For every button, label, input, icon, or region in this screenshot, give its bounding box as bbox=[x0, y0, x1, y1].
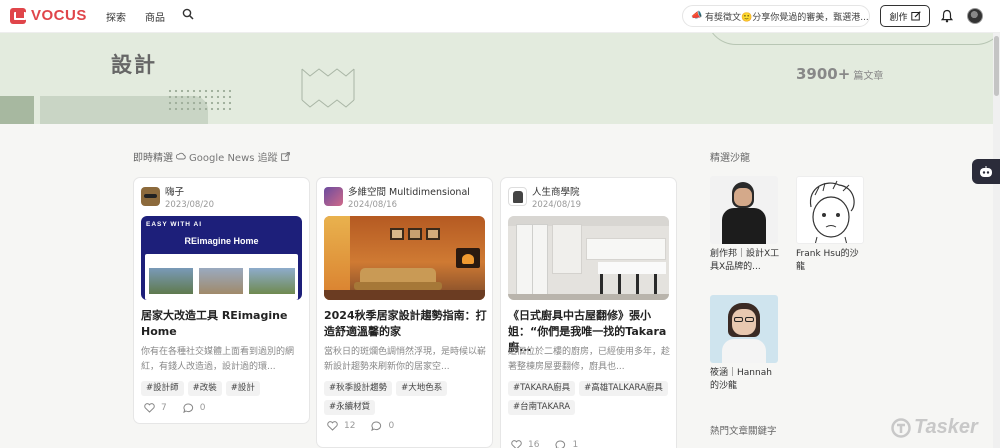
salon-item[interactable]: Frank Hsu的沙龍 bbox=[796, 176, 866, 274]
megaphone-icon: 📣 bbox=[691, 11, 703, 21]
hero-decoration-zigzag bbox=[301, 68, 355, 108]
article-count-label: 篇文章 bbox=[853, 71, 884, 82]
comment-icon[interactable] bbox=[183, 403, 194, 413]
card-author[interactable]: 人生商學院 2024/08/19 bbox=[508, 187, 581, 211]
article-thumbnail[interactable] bbox=[324, 216, 485, 300]
thumbnail-title: REimagine Home bbox=[184, 236, 259, 246]
salon-item[interactable]: 筱涵｜Hannah的沙龍 bbox=[710, 295, 780, 393]
article-count: 3900+ 篇文章 bbox=[796, 65, 883, 83]
heart-icon[interactable] bbox=[327, 421, 338, 431]
tag[interactable]: #改裝 bbox=[187, 381, 222, 396]
page-title: 設計 bbox=[111, 53, 157, 77]
create-label: 創作 bbox=[889, 12, 908, 23]
comment-icon[interactable] bbox=[371, 421, 382, 431]
article-count-number: 3900+ bbox=[796, 65, 851, 83]
author-name: 人生商學院 bbox=[532, 187, 580, 198]
tag[interactable]: #秋季設計趨勢 bbox=[324, 381, 393, 396]
tag-list: #TAKARA廚具 #高雄TALKARA廚具 #台南TAKARA bbox=[508, 381, 676, 415]
heart-icon[interactable] bbox=[511, 440, 522, 448]
announcement-banner[interactable]: 📣 有獎徵文🙂分享你覺過的審美，甄選港... bbox=[682, 5, 870, 27]
chatbot-icon bbox=[980, 165, 992, 177]
thumbnail-brand: EASY WITH AI bbox=[146, 221, 203, 228]
tag[interactable]: #TAKARA廚具 bbox=[508, 381, 576, 396]
tag[interactable]: #大地色系 bbox=[396, 381, 448, 396]
logo-text: VOCUS bbox=[31, 7, 87, 24]
google-news-link[interactable]: Google News 追蹤 bbox=[189, 149, 278, 164]
post-date: 2024/08/16 bbox=[348, 200, 397, 210]
hero-decoration-block bbox=[0, 96, 34, 124]
article-thumbnail[interactable]: EASY WITH AI REimagine Home bbox=[141, 216, 302, 300]
tag-list: #設計師 #改裝 #設計 bbox=[141, 381, 309, 396]
tag-list: #秋季設計趨勢 #大地色系 #永續材質 bbox=[324, 381, 492, 415]
author-avatar bbox=[324, 187, 343, 206]
salon-thumbnail[interactable] bbox=[796, 176, 864, 244]
chat-widget-button[interactable] bbox=[972, 159, 1000, 184]
salon-name[interactable]: Frank Hsu的沙龍 bbox=[796, 248, 866, 274]
keywords-title: 熱門文章關鍵字 bbox=[710, 426, 777, 437]
nav-products[interactable]: 商品 bbox=[145, 9, 165, 24]
post-date: 2023/08/20 bbox=[165, 200, 214, 210]
card-stats: 7 0 bbox=[144, 403, 205, 413]
salon-name[interactable]: 筱涵｜Hannah的沙龍 bbox=[710, 367, 780, 393]
post-date: 2024/08/19 bbox=[532, 200, 581, 210]
scrollbar-thumb[interactable] bbox=[994, 36, 999, 96]
nav-explore[interactable]: 探索 bbox=[106, 9, 126, 24]
article-excerpt: 當秋日的斑爛色調悄然浮現，是時候以嶄新設計趨勢來刷新你的居家空... bbox=[324, 347, 487, 372]
author-avatar bbox=[508, 187, 527, 206]
comment-count: 0 bbox=[388, 421, 395, 431]
card-author[interactable]: 多維空間 Multidimensional 2024/08/16 bbox=[324, 187, 470, 211]
watermark-text: Tasker bbox=[914, 416, 978, 438]
section-title: 即時精選 bbox=[133, 153, 173, 164]
salon-thumbnail[interactable] bbox=[710, 295, 778, 363]
article-title[interactable]: 居家大改造工具 REimagine Home bbox=[141, 308, 306, 340]
article-card[interactable]: 多維空間 Multidimensional 2024/08/16 2024秋季居… bbox=[316, 177, 493, 448]
vocus-logo-icon bbox=[10, 7, 26, 24]
tag[interactable]: #永續材質 bbox=[324, 400, 376, 415]
card-stats: 16 1 bbox=[511, 440, 578, 448]
comment-count: 1 bbox=[572, 440, 579, 448]
comment-icon[interactable] bbox=[555, 440, 566, 448]
article-title[interactable]: 2024秋季居家設計趨勢指南：打造舒適溫馨的家 bbox=[324, 308, 489, 340]
card-author[interactable]: 嗨子 2023/08/20 bbox=[141, 187, 214, 211]
salon-thumbnail[interactable] bbox=[710, 176, 778, 244]
search-icon[interactable] bbox=[182, 8, 194, 20]
external-link-icon[interactable] bbox=[280, 152, 290, 161]
article-card[interactable]: 人生商學院 2024/08/19 《日式廚具中古屋翻修》張小姐：“你們是我唯一找… bbox=[500, 177, 677, 448]
section-header: 即時精選 Google News 追蹤 bbox=[133, 149, 290, 164]
sketch-avatar-image bbox=[809, 180, 855, 243]
tasker-logo-icon bbox=[891, 417, 911, 438]
sidebar-title: 精選沙龍 bbox=[710, 153, 750, 164]
create-button[interactable]: 創作 bbox=[880, 5, 930, 27]
heart-icon[interactable] bbox=[144, 403, 155, 413]
topic-hero: 設計 3900+ 篇文章 bbox=[0, 33, 1000, 124]
article-thumbnail[interactable] bbox=[508, 216, 669, 300]
bell-icon[interactable] bbox=[941, 9, 953, 23]
salon-name[interactable]: 創作邦｜設計X工具X品牌的... bbox=[710, 248, 780, 274]
tasker-watermark: Tasker bbox=[891, 416, 978, 439]
salon-item[interactable]: 創作邦｜設計X工具X品牌的... bbox=[710, 176, 780, 274]
article-excerpt: 這個位於二樓的廚房，已經使用多年，趁著整棟房屋要翻修，廚具也... bbox=[508, 347, 671, 372]
author-name: 多維空間 Multidimensional bbox=[348, 187, 470, 198]
comment-count: 0 bbox=[199, 403, 206, 413]
hero-decoration-arc bbox=[706, 33, 1000, 45]
tag[interactable]: #台南TAKARA bbox=[508, 400, 576, 415]
edit-icon bbox=[910, 11, 921, 21]
tag[interactable]: #設計師 bbox=[141, 381, 184, 396]
google-news-icon bbox=[176, 152, 186, 160]
tag[interactable]: #設計 bbox=[225, 381, 260, 396]
tag[interactable]: #高雄TALKARA廚具 bbox=[579, 381, 668, 396]
article-excerpt: 你有在各種社交媒體上面看到過別的網紅，有錢人改造過，設計過的環... bbox=[141, 347, 295, 372]
like-count: 12 bbox=[344, 421, 356, 431]
announcement-text: 有獎徵文🙂分享你覺過的審美，甄選港... bbox=[705, 12, 869, 23]
top-nav: VOCUS 探索 商品 📣 有獎徵文🙂分享你覺過的審美，甄選港... 創作 bbox=[0, 0, 1000, 33]
card-stats: 12 0 bbox=[327, 421, 394, 431]
article-card[interactable]: 嗨子 2023/08/20 EASY WITH AI REimagine Hom… bbox=[133, 177, 310, 424]
author-name: 嗨子 bbox=[165, 187, 185, 198]
user-avatar[interactable] bbox=[967, 8, 983, 24]
like-count: 7 bbox=[161, 403, 167, 413]
author-avatar bbox=[141, 187, 160, 206]
hero-decoration-dots bbox=[167, 88, 231, 110]
vocus-logo[interactable]: VOCUS bbox=[10, 7, 87, 24]
like-count: 16 bbox=[528, 440, 540, 448]
